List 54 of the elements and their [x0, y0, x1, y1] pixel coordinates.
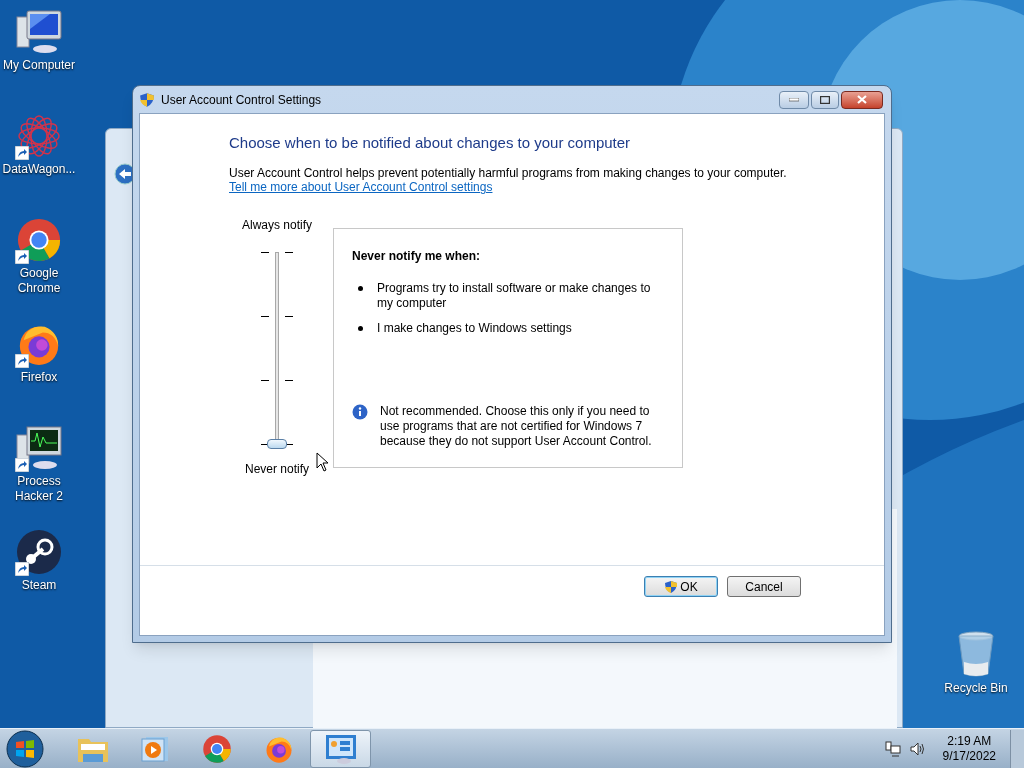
computer-icon [15, 9, 63, 55]
chrome-icon [201, 733, 232, 764]
network-icon[interactable] [884, 740, 901, 757]
chrome-icon [16, 217, 62, 263]
recycle-bin-icon [956, 630, 996, 678]
close-button[interactable] [841, 90, 883, 109]
shield-icon [139, 91, 155, 108]
clock-time[interactable]: 2:19 AM [947, 733, 992, 749]
desktop-icon-label[interactable]: My Computer [1, 58, 77, 73]
maximize-icon [820, 95, 830, 104]
help-link[interactable]: Tell me more about User Account Control settings [229, 180, 493, 194]
info-title: Never notify me when: [352, 248, 482, 265]
mouse-cursor-icon [316, 452, 330, 472]
close-icon [857, 95, 867, 104]
tick-mark [285, 380, 293, 381]
control-panel-icon [323, 732, 358, 765]
warning-note: Not recommended. Choose this only if you need to use programs that are not certified for Windows 7 because they do not support User Account Control. [380, 404, 653, 449]
bullet-icon [358, 286, 363, 291]
ok-button[interactable]: OK [644, 576, 718, 597]
slider-thumb[interactable] [267, 439, 287, 449]
slider-bottom-label: Never notify [245, 461, 309, 478]
tick-mark [285, 252, 293, 253]
clock-date[interactable]: 9/17/2022 [942, 748, 996, 764]
bullet-text: I make changes to Windows settings [377, 321, 573, 336]
tick-mark [285, 316, 293, 317]
description-text: User Account Control helps prevent potentially harmful programs from making changes to your computer. [229, 166, 788, 180]
desktop-icon-label[interactable]: Steam [1, 578, 77, 593]
maximize-button[interactable] [811, 90, 839, 109]
start-button-icon[interactable] [6, 729, 44, 768]
window-title: User Account Control Settings [161, 91, 322, 109]
show-desktop-button[interactable] [1010, 729, 1024, 768]
dialog-heading: Choose when to be notified about changes to your computer [229, 134, 632, 152]
monitor-graph-icon [15, 425, 63, 471]
slider-top-label: Always notify [242, 217, 312, 234]
minimize-icon [789, 97, 799, 102]
starburst-icon [16, 113, 62, 159]
tick-mark [261, 444, 269, 445]
tick-mark [285, 444, 293, 445]
desktop-icon-label[interactable]: Recycle Bin [944, 681, 1008, 696]
bullet-icon [358, 326, 363, 331]
tick-mark [261, 316, 269, 317]
tick-mark [261, 380, 269, 381]
desktop-icon-label[interactable]: Google Chrome [1, 266, 77, 296]
tick-mark [261, 252, 269, 253]
info-icon [352, 404, 368, 420]
shield-icon [664, 579, 679, 594]
steam-icon [16, 529, 62, 575]
taskbar-button[interactable] [310, 729, 371, 768]
speaker-icon[interactable] [908, 740, 925, 757]
cancel-button[interactable]: Cancel [727, 576, 801, 597]
desktop-icon-label[interactable]: Process Hacker 2 [1, 474, 77, 504]
desktop-icon-label[interactable]: Firefox [1, 370, 77, 385]
desktop-icon-label[interactable]: DataWagon... [1, 162, 77, 177]
bullet-text: Programs try to install software or make changes to my computer [377, 281, 652, 311]
